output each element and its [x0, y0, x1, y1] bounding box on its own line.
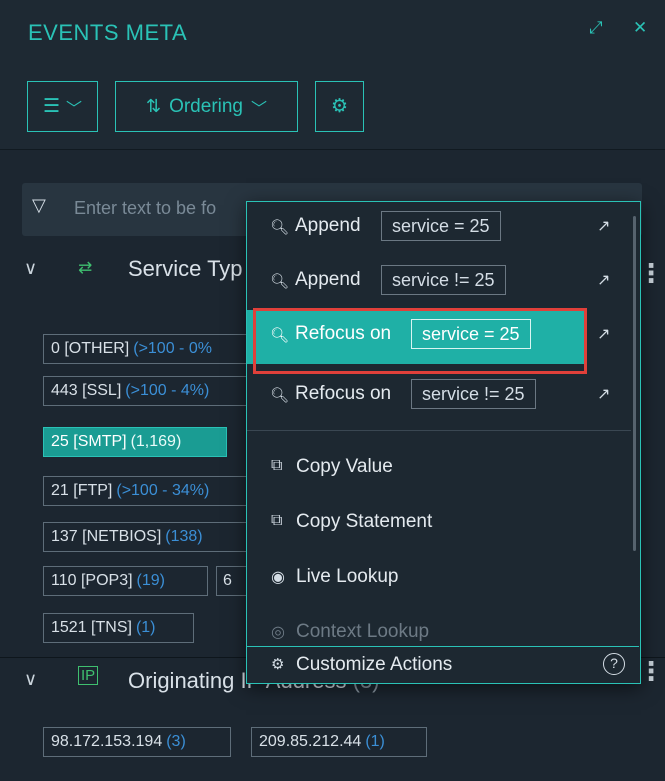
gear-icon: ⚙ [330, 96, 349, 117]
menu-divider [247, 430, 631, 431]
search-icon: 🔍︎ [270, 327, 290, 344]
context-lookup-icon: ◎ [271, 624, 285, 641]
menu-item-append-equals[interactable]: 🔍︎ Append service = 25 ↗ [247, 202, 629, 256]
chevron-down-icon[interactable]: ∨ [24, 669, 37, 690]
value-chip[interactable]: 21 [FTP] (>100 - 34%) [43, 476, 247, 506]
query-value: service != 25 [411, 379, 536, 409]
list-view-icon: ☰ [42, 96, 61, 117]
filter-icon: ▽ [32, 195, 46, 215]
external-link-icon[interactable]: ↗ [597, 384, 610, 404]
copy-icon: ⧉ [271, 457, 283, 474]
ip-address-icon: IP [78, 666, 99, 685]
menu-item-refocus-not-equals[interactable]: 🔍︎ Refocus on service != 25 ↗ [247, 370, 629, 424]
value-chip[interactable]: 6 [216, 566, 247, 596]
value-chip[interactable]: 1521 [TNS] (1) [43, 613, 194, 643]
query-value: service = 25 [381, 211, 501, 241]
external-link-icon[interactable]: ↗ [597, 216, 610, 236]
value-chip[interactable]: 443 [SSL] (>100 - 4%) [43, 376, 247, 406]
external-link-icon[interactable]: ↗ [597, 324, 610, 344]
menu-item-copy-statement[interactable]: ⧉ Copy Statement [247, 497, 629, 551]
menu-scrollbar[interactable] [633, 216, 636, 551]
value-chip[interactable]: 137 [NETBIOS] (138) [43, 522, 247, 552]
chevron-down-icon[interactable]: ∨ [24, 258, 37, 279]
menu-item-customize-actions[interactable]: ⚙ Customize Actions ? [247, 646, 639, 683]
ordering-label: Ordering [169, 95, 243, 117]
chevron-down-icon: ﹀ [66, 100, 83, 118]
view-mode-button[interactable]: ☰ ﹀ [27, 81, 98, 132]
panel-title: EVENTS META [28, 20, 188, 45]
copy-icon: ⧉ [271, 512, 283, 529]
menu-item-append-not-equals[interactable]: 🔍︎ Append service != 25 ↗ [247, 256, 629, 310]
ordering-button[interactable]: ⇅ Ordering ﹀ [115, 81, 298, 132]
external-link-icon[interactable]: ↗ [597, 270, 610, 290]
help-icon[interactable]: ? [603, 653, 625, 675]
menu-item-copy-value[interactable]: ⧉ Copy Value [247, 442, 629, 496]
service-icon: ⇄ [78, 258, 93, 277]
more-options-icon[interactable]: ⋮ [638, 258, 664, 289]
section-title: Service Typ [128, 256, 243, 281]
value-chip[interactable]: 110 [POP3] (19) [43, 566, 208, 596]
search-icon: 🔍︎ [270, 219, 290, 236]
gear-icon: ⚙ [271, 656, 285, 673]
query-value: service != 25 [381, 265, 506, 295]
menu-item-live-lookup[interactable]: ◉ Live Lookup [247, 552, 629, 606]
filter-placeholder: Enter text to be fo [74, 198, 217, 218]
panel-header: EVENTS META ⤢ ✕ ☰ ﹀ ⇅ Ordering ﹀ ⚙ [0, 0, 665, 150]
sort-icon: ⇅ [145, 96, 162, 116]
settings-button[interactable]: ⚙ [315, 81, 364, 132]
menu-item-refocus-equals[interactable]: 🔍︎ Refocus on service = 25 [247, 310, 584, 364]
more-options-icon[interactable]: ⋮ [638, 656, 664, 687]
value-chip[interactable]: 0 [OTHER] (>100 - 0% [43, 334, 247, 364]
expand-icon[interactable]: ⤢ [589, 18, 603, 38]
query-value: service = 25 [411, 319, 531, 349]
value-chip[interactable]: 209.85.212.44 (1) [251, 727, 427, 757]
value-chip[interactable]: 98.172.153.194 (3) [43, 727, 231, 757]
search-icon: 🔍︎ [270, 273, 290, 290]
close-icon[interactable]: ✕ [633, 18, 647, 38]
chevron-down-icon: ﹀ [251, 100, 268, 118]
value-actions-menu: 🔍︎ Append service = 25 ↗ 🔍︎ Append servi… [246, 201, 641, 684]
value-chip-selected[interactable]: 25 [SMTP] (1,169) [43, 427, 227, 457]
search-icon: 🔍︎ [270, 387, 290, 404]
live-icon: ◉ [271, 569, 285, 586]
